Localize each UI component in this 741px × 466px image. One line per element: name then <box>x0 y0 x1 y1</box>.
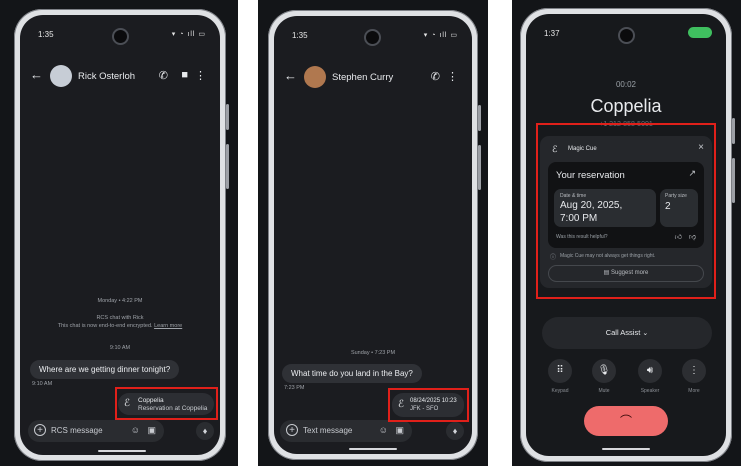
phone-frame: 1:35 ▾ ◔ ıll ▭ ← Rick Osterloh ✆ ■ ⋮ Mon… <box>14 9 229 461</box>
highlight-box <box>388 388 469 422</box>
screenshot-panel-messages-stephen: 1:35 ▾ ◔ ıll ▭ ← Stephen Curry ✆ ⋮ Sunda… <box>258 0 488 466</box>
call-assist-label: Call Assist <box>605 328 641 337</box>
add-attachment-icon[interactable]: + <box>286 424 298 436</box>
highlight-box <box>115 387 218 420</box>
phone-screen: 1:37 00:02 Coppelia +1 212-858-5001 ℰ Ma… <box>526 14 726 456</box>
more-options-icon[interactable]: ⋮ <box>447 70 458 83</box>
power-button <box>478 105 481 131</box>
encryption-notice: This chat is now end-to-end encrypted. L… <box>20 323 220 329</box>
screenshot-panel-phone-call: 1:37 00:02 Coppelia +1 212-858-5001 ℰ Ma… <box>512 0 741 466</box>
mute-label: Mute <box>598 388 610 394</box>
voice-message-icon[interactable]: ♦ <box>446 422 464 440</box>
incoming-message-text: Where are we getting dinner tonight? <box>39 365 171 374</box>
end-call-button[interactable]: ⌒ <box>584 406 668 436</box>
rcs-info-line: RCS chat with Rick <box>96 315 144 321</box>
back-arrow-icon[interactable]: ← <box>30 67 43 82</box>
contact-avatar[interactable] <box>304 66 326 88</box>
composer-placeholder: RCS message <box>51 426 103 435</box>
volume-button <box>732 158 735 203</box>
back-arrow-icon[interactable]: ← <box>284 68 297 83</box>
caller-name: Coppelia <box>590 96 662 116</box>
date-divider: Sunday • 7:23 PM <box>350 350 396 356</box>
front-camera <box>112 28 129 45</box>
call-timer: 00:02 <box>615 80 637 89</box>
more-label: More <box>688 388 700 394</box>
screenshot-panel-messages-rick: 1:35 ▾ ◔ ıll ▭ ← Rick Osterloh ✆ ■ ⋮ Mon… <box>0 0 238 466</box>
gallery-icon[interactable]: ▣ <box>395 425 404 436</box>
call-assist-button[interactable]: Call Assist ⌄ <box>542 317 712 349</box>
phone-frame: 1:37 00:02 Coppelia +1 212-858-5001 ℰ Ma… <box>520 8 735 462</box>
incoming-message-text: What time do you land in the Bay? <box>291 369 413 378</box>
time-divider: 9:10 AM <box>109 345 131 351</box>
voice-message-icon[interactable]: ♦ <box>196 422 214 440</box>
hang-up-icon: ⌒ <box>619 414 632 428</box>
speaker-label: Speaker <box>640 388 660 394</box>
status-time: 1:37 <box>544 29 560 38</box>
active-call-pill[interactable] <box>688 27 712 38</box>
contact-name[interactable]: Rick Osterloh <box>78 71 135 82</box>
message-composer[interactable]: + Text message ☺ ▣ <box>280 420 412 442</box>
message-timestamp: 7:23 PM <box>284 385 305 391</box>
phone-frame: 1:35 ▾ ◔ ıll ▭ ← Stephen Curry ✆ ⋮ Sunda… <box>268 10 481 460</box>
front-camera <box>364 29 381 46</box>
highlight-box <box>536 123 716 299</box>
message-composer[interactable]: + RCS message ☺ ▣ <box>28 420 164 442</box>
gallery-icon[interactable]: ▣ <box>147 425 156 436</box>
contact-avatar[interactable] <box>50 65 72 87</box>
status-time: 1:35 <box>292 31 308 40</box>
phone-screen: 1:35 ▾ ◔ ıll ▭ ← Rick Osterloh ✆ ■ ⋮ Mon… <box>20 15 220 455</box>
volume-button <box>226 144 229 189</box>
phone-call-icon[interactable]: ✆ <box>431 70 440 83</box>
video-call-icon[interactable]: ■ <box>181 69 188 81</box>
power-button <box>226 104 229 130</box>
date-divider: Monday • 4:22 PM <box>97 298 143 304</box>
emoji-icon[interactable]: ☺ <box>379 425 388 435</box>
power-button <box>732 118 735 144</box>
mute-icon[interactable]: 🎙︎ <box>592 359 616 383</box>
more-options-icon[interactable]: ⋮ <box>682 359 706 383</box>
status-time: 1:35 <box>38 30 54 39</box>
home-indicator <box>602 448 650 450</box>
composer-placeholder: Text message <box>303 426 353 435</box>
encryption-text: This chat is now end-to-end encrypted. <box>57 323 153 329</box>
emoji-icon[interactable]: ☺ <box>131 425 140 435</box>
status-icons: ▾ ◔ ıll ▭ <box>423 32 458 39</box>
home-indicator <box>98 450 146 452</box>
learn-more-link[interactable]: Learn more <box>154 323 182 329</box>
home-indicator <box>349 448 397 450</box>
incoming-message-bubble[interactable]: What time do you land in the Bay? <box>282 364 422 383</box>
front-camera <box>618 27 635 44</box>
keypad-icon[interactable]: ⠿ <box>548 359 572 383</box>
contact-name[interactable]: Stephen Curry <box>332 72 393 83</box>
message-timestamp: 9:10 AM <box>32 381 53 387</box>
incoming-message-bubble[interactable]: Where are we getting dinner tonight? <box>30 360 180 379</box>
conversation-app-bar: ← Stephen Curry ✆ ⋮ <box>284 66 462 90</box>
volume-button <box>478 145 481 190</box>
conversation-app-bar: ← Rick Osterloh ✆ ■ ⋮ <box>30 65 210 89</box>
phone-screen: 1:35 ▾ ◔ ıll ▭ ← Stephen Curry ✆ ⋮ Sunda… <box>274 16 472 454</box>
more-options-icon[interactable]: ⋮ <box>195 69 206 82</box>
keypad-label: Keypad <box>551 388 569 394</box>
add-attachment-icon[interactable]: + <box>34 424 46 436</box>
speaker-icon[interactable]: 🔊︎ <box>638 359 662 383</box>
chevron-down-icon: ⌄ <box>642 330 649 337</box>
status-icons: ▾ ◔ ıll ▭ <box>171 31 206 38</box>
phone-call-icon[interactable]: ✆ <box>159 69 168 82</box>
